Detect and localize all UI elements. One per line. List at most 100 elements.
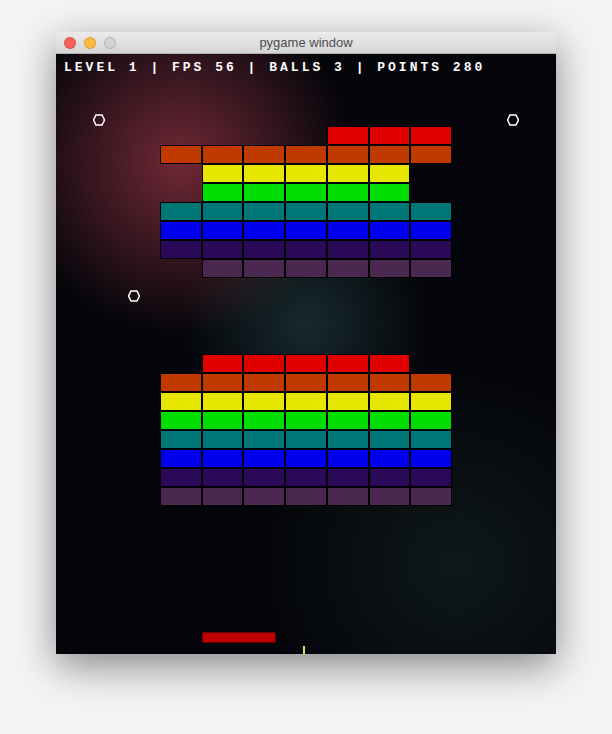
brick [160, 487, 202, 506]
close-button[interactable] [64, 37, 76, 49]
brick [410, 411, 452, 430]
brick [202, 221, 244, 240]
brick [243, 164, 285, 183]
brick [285, 145, 327, 164]
brick [243, 259, 285, 278]
brick [410, 487, 452, 506]
zoom-button[interactable] [104, 37, 116, 49]
empty-slot [410, 354, 452, 373]
brick [160, 411, 202, 430]
brick [327, 411, 369, 430]
brick-row [160, 354, 452, 373]
brick [369, 164, 411, 183]
empty-slot [160, 164, 202, 183]
brick-row [160, 373, 452, 392]
brick-row [160, 164, 452, 183]
brick [369, 126, 411, 145]
brick [202, 449, 244, 468]
brick [285, 221, 327, 240]
brick [160, 221, 202, 240]
brick [285, 487, 327, 506]
empty-slot [410, 183, 452, 202]
brick [369, 240, 411, 259]
brick-row [160, 259, 452, 278]
brick [285, 392, 327, 411]
ball [303, 646, 305, 654]
empty-slot [243, 126, 285, 145]
brick [327, 183, 369, 202]
brick-row [160, 392, 452, 411]
brick [327, 145, 369, 164]
brick-row [160, 487, 452, 506]
brick [243, 183, 285, 202]
brick [202, 164, 244, 183]
brick [410, 468, 452, 487]
brick [369, 354, 411, 373]
brick-row [160, 202, 452, 221]
brick [410, 145, 452, 164]
pickup-hexagon-icon [507, 114, 519, 126]
brick [369, 430, 411, 449]
brick-row [160, 145, 452, 164]
brick [285, 373, 327, 392]
brick [243, 487, 285, 506]
brick [369, 221, 411, 240]
brick [243, 373, 285, 392]
brick [202, 373, 244, 392]
brick [327, 164, 369, 183]
brick [202, 145, 244, 164]
brick [410, 202, 452, 221]
brick-row [160, 126, 452, 145]
brick [243, 354, 285, 373]
empty-slot [160, 354, 202, 373]
brick [160, 145, 202, 164]
brick [202, 392, 244, 411]
brick [202, 240, 244, 259]
brick [369, 145, 411, 164]
window: pygame windowLEVEL 1 | FPS 56 | BALLS 3 … [56, 32, 556, 654]
brick [327, 259, 369, 278]
brick [202, 183, 244, 202]
brick [160, 240, 202, 259]
brick [243, 430, 285, 449]
brick [243, 221, 285, 240]
brick [369, 392, 411, 411]
paddle[interactable] [202, 632, 276, 643]
brick [369, 373, 411, 392]
brick [285, 468, 327, 487]
brick [327, 202, 369, 221]
brick [160, 373, 202, 392]
brick [202, 354, 244, 373]
brick [160, 468, 202, 487]
brick [327, 392, 369, 411]
brick [243, 145, 285, 164]
brick-row [160, 411, 452, 430]
brick-wall [160, 126, 556, 278]
brick [285, 259, 327, 278]
brick [410, 259, 452, 278]
brick [410, 221, 452, 240]
brick [369, 487, 411, 506]
brick [160, 202, 202, 221]
brick [410, 126, 452, 145]
brick [202, 487, 244, 506]
brick [243, 202, 285, 221]
brick [202, 468, 244, 487]
empty-slot [160, 259, 202, 278]
brick [369, 449, 411, 468]
brick [410, 449, 452, 468]
brick [369, 259, 411, 278]
minimize-button[interactable] [84, 37, 96, 49]
brick-row [160, 183, 452, 202]
pickup-hexagon-icon [93, 114, 105, 126]
brick-row [160, 468, 452, 487]
game-canvas[interactable]: LEVEL 1 | FPS 56 | BALLS 3 | POINTS 280 [56, 54, 556, 654]
brick [160, 392, 202, 411]
brick [285, 449, 327, 468]
brick [202, 430, 244, 449]
brick [327, 487, 369, 506]
empty-slot [202, 126, 244, 145]
brick [327, 449, 369, 468]
brick [285, 164, 327, 183]
brick-row [160, 449, 452, 468]
